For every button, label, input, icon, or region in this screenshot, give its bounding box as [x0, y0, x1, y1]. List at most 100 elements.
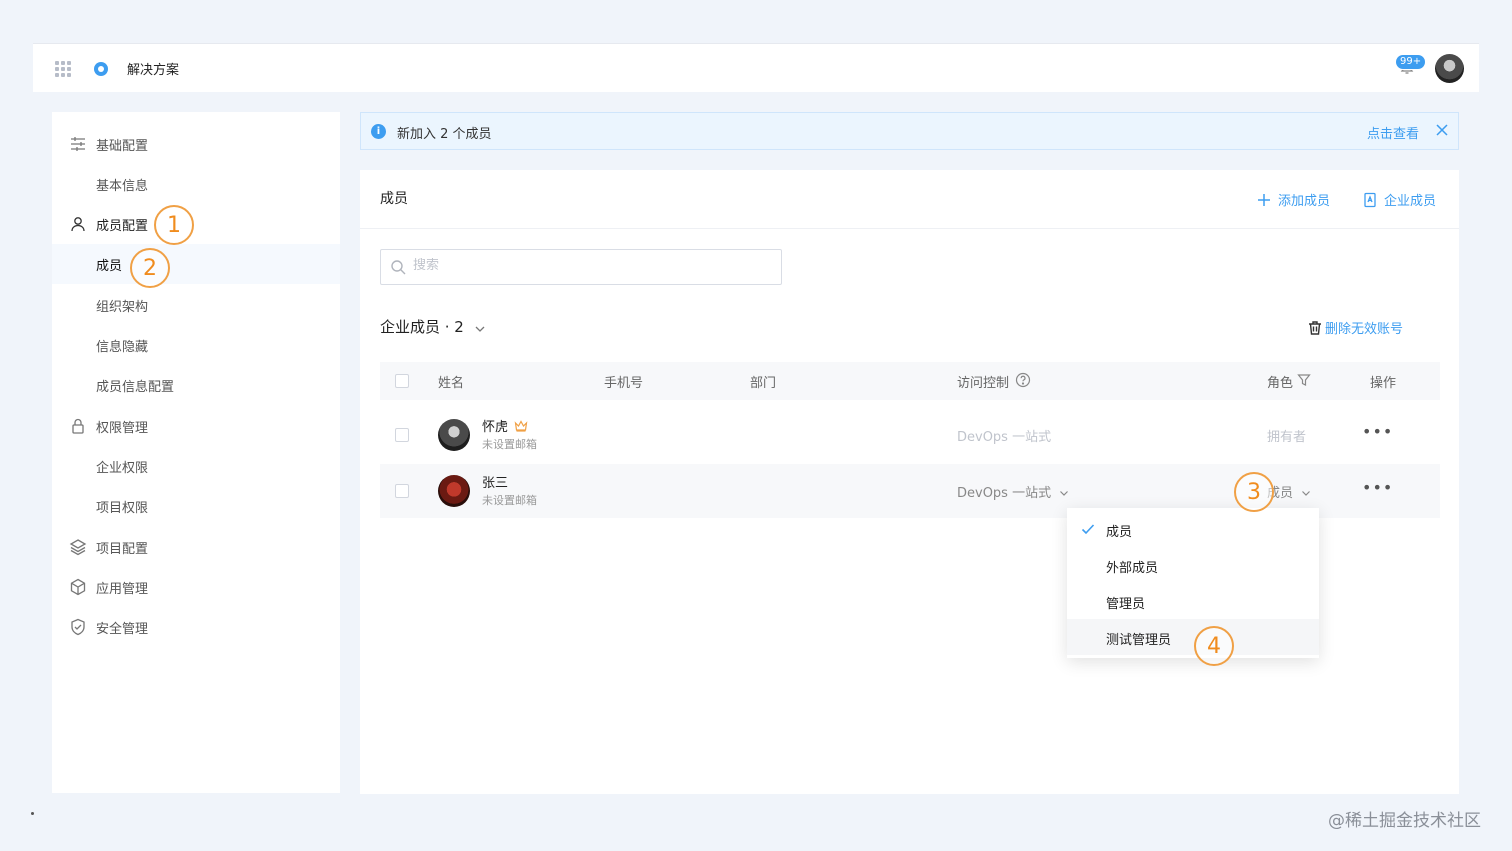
sidebar-item-member-config[interactable]: 成员配置 — [52, 204, 340, 244]
column-header-actions: 操作 — [1370, 376, 1397, 391]
sidebar-item-security[interactable]: 安全管理 — [52, 607, 340, 647]
column-header-role: 角色 — [1267, 376, 1294, 391]
role-option-label: 成员 — [1106, 525, 1133, 540]
watermark: @稀土掘金技术社区 — [1328, 811, 1481, 831]
column-header-name: 姓名 — [438, 376, 465, 391]
close-icon[interactable] — [1434, 122, 1450, 138]
enterprise-member-button[interactable]: 企业成员 — [1362, 190, 1436, 209]
sidebar-item-label: 成员 — [96, 258, 123, 274]
access-control-value: DevOps 一站式 — [957, 486, 1052, 501]
sidebar-item-label: 应用管理 — [96, 581, 149, 597]
sidebar-item-label: 成员配置 — [96, 218, 149, 234]
select-all-checkbox[interactable] — [395, 374, 409, 388]
panel-title: 成员 — [380, 191, 408, 207]
group-title[interactable]: 企业成员 · 2 — [380, 316, 486, 337]
sidebar-item-members[interactable]: 成员 — [52, 244, 340, 284]
avatar — [438, 419, 470, 451]
crown-icon — [514, 419, 528, 432]
top-bar: 解决方案 99+ — [33, 43, 1479, 92]
alert-view-link[interactable]: 点击查看 — [1367, 123, 1419, 142]
sidebar-item-permissions[interactable]: 权限管理 — [52, 406, 340, 446]
role-option-external-member[interactable]: 外部成员 — [1067, 547, 1319, 583]
contact-card-icon — [1362, 192, 1378, 208]
sidebar-item-basic-config[interactable]: 基础配置 — [52, 124, 340, 164]
user-avatar[interactable] — [1435, 54, 1464, 83]
add-member-button[interactable]: 添加成员 — [1256, 190, 1330, 209]
search-box[interactable] — [380, 249, 782, 285]
enterprise-member-label: 企业成员 — [1384, 194, 1437, 209]
sidebar-item-member-info-config[interactable]: 成员信息配置 — [52, 365, 340, 405]
add-member-label: 添加成员 — [1278, 194, 1331, 209]
row-checkbox[interactable] — [395, 428, 409, 442]
member-name-text: 张三 — [482, 476, 509, 491]
role-value: 拥有者 — [1267, 430, 1307, 445]
app-title: 解决方案 — [127, 63, 180, 78]
app-grid-icon[interactable] — [55, 61, 71, 77]
role-option-member[interactable]: 成员 — [1067, 511, 1319, 547]
member-email: 未设置邮箱 — [482, 438, 537, 451]
annotation-marker-2: 2 — [130, 248, 170, 288]
role-option-label: 外部成员 — [1106, 561, 1159, 576]
members-panel: 成员 添加成员 企业成员 企业成员 · 2 删除无效账号 姓名 手机号 部门 — [360, 170, 1459, 794]
table-row[interactable]: 怀虎 未设置邮箱 DevOps 一站式 拥有者 ••• — [380, 408, 1440, 462]
sidebar-item-label: 企业权限 — [96, 460, 149, 476]
group-title-label: 企业成员 · 2 — [380, 318, 464, 336]
access-control-value: DevOps 一站式 — [957, 430, 1052, 445]
sidebar-item-info-hiding[interactable]: 信息隐藏 — [52, 325, 340, 365]
search-input[interactable] — [413, 258, 713, 273]
sliders-icon — [69, 135, 87, 153]
sidebar-item-enterprise-permissions[interactable]: 企业权限 — [52, 446, 340, 486]
user-icon — [69, 215, 87, 233]
column-header-phone: 手机号 — [604, 376, 644, 391]
info-alert: i 新加入 2 个成员 点击查看 — [360, 112, 1459, 150]
role-option-label: 测试管理员 — [1106, 633, 1172, 648]
column-header-access: 访问控制 — [957, 376, 1010, 391]
shield-icon — [69, 618, 87, 636]
plus-icon — [1256, 192, 1272, 208]
column-header-department: 部门 — [750, 376, 777, 391]
alert-message: 新加入 2 个成员 — [397, 127, 492, 142]
more-actions-button[interactable]: ••• — [1362, 422, 1393, 441]
annotation-marker-1: 1 — [154, 205, 194, 245]
cube-icon — [69, 578, 87, 596]
filter-icon[interactable] — [1297, 373, 1311, 391]
sidebar-item-app-management[interactable]: 应用管理 — [52, 567, 340, 607]
logo-icon — [94, 62, 108, 76]
avatar — [438, 475, 470, 507]
search-icon — [390, 259, 406, 275]
sidebar-item-label: 权限管理 — [96, 420, 149, 436]
info-icon: i — [371, 124, 386, 139]
delete-invalid-accounts-button[interactable]: 删除无效账号 — [1307, 318, 1403, 337]
sidebar-item-label: 成员信息配置 — [96, 379, 175, 395]
role-option-admin[interactable]: 管理员 — [1067, 583, 1319, 619]
sidebar-item-project-permissions[interactable]: 项目权限 — [52, 486, 340, 526]
member-email: 未设置邮箱 — [482, 494, 537, 507]
help-icon[interactable] — [1015, 372, 1031, 392]
sidebar-item-label: 基本信息 — [96, 178, 149, 194]
sidebar-item-label: 安全管理 — [96, 621, 149, 637]
access-control-select[interactable]: DevOps 一站式 — [957, 482, 1069, 501]
row-checkbox[interactable] — [395, 484, 409, 498]
sidebar-item-basic-info[interactable]: 基本信息 — [52, 164, 340, 204]
cursor-dot — [31, 812, 34, 815]
chevron-down-icon — [474, 321, 486, 333]
table-header: 姓名 手机号 部门 访问控制 角色 操作 — [380, 362, 1440, 400]
more-actions-button[interactable]: ••• — [1362, 478, 1393, 497]
layers-icon — [69, 538, 87, 556]
trash-icon — [1307, 320, 1323, 336]
member-name: 张三 — [482, 472, 508, 491]
annotation-marker-4: 4 — [1194, 626, 1234, 666]
delete-invalid-label: 删除无效账号 — [1325, 322, 1404, 337]
sidebar-item-org-structure[interactable]: 组织架构 — [52, 285, 340, 325]
check-icon — [1081, 523, 1095, 535]
member-name: 怀虎 — [482, 416, 528, 435]
chevron-down-icon — [1301, 487, 1311, 497]
divider — [360, 228, 1459, 229]
role-option-test-admin[interactable]: 测试管理员 — [1067, 619, 1319, 655]
sidebar-item-label: 项目权限 — [96, 500, 149, 516]
role-dropdown: 成员 外部成员 管理员 测试管理员 — [1067, 508, 1319, 658]
annotation-marker-3: 3 — [1234, 472, 1274, 512]
lock-icon — [69, 417, 87, 435]
notification-badge: 99+ — [1395, 54, 1427, 70]
sidebar-item-project-config[interactable]: 项目配置 — [52, 527, 340, 567]
